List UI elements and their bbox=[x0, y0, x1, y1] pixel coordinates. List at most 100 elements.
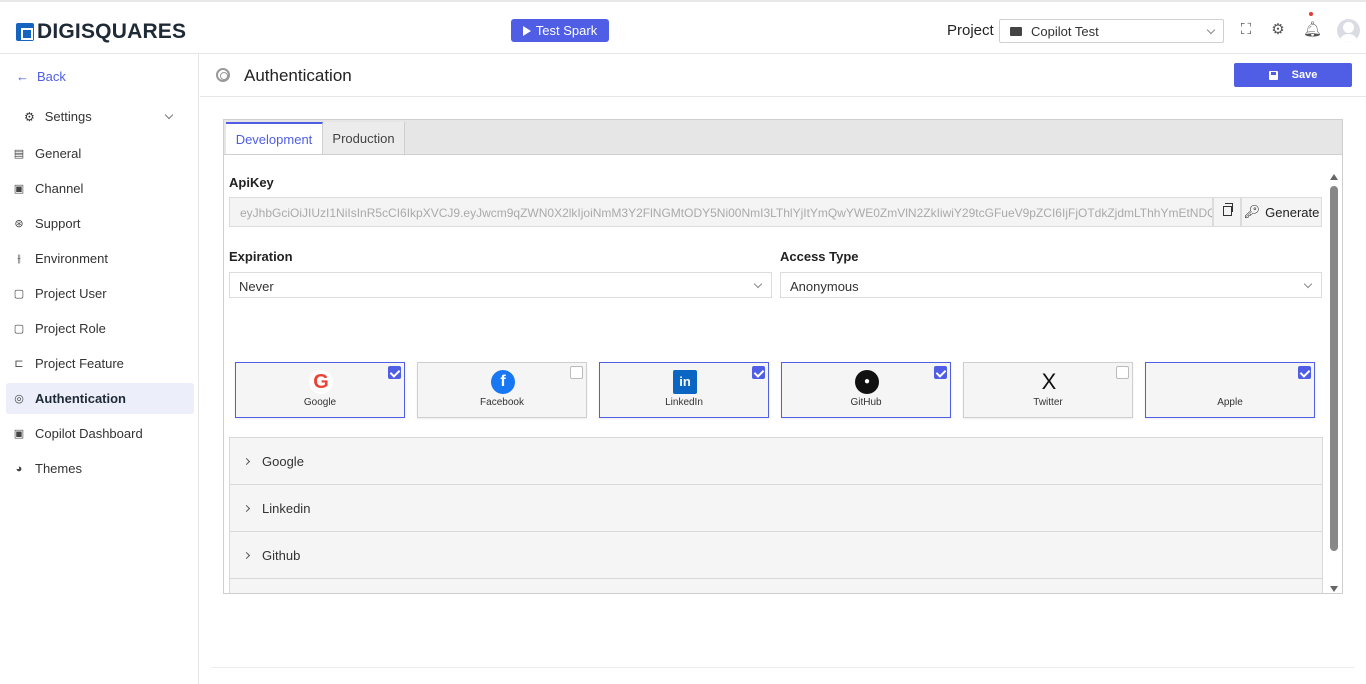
test-spark-label: Test Spark bbox=[535, 23, 598, 38]
auth-panel: Development Production ApiKey eyJhbGciOi… bbox=[223, 119, 1343, 594]
scrollbar[interactable] bbox=[1328, 174, 1340, 592]
sidebar-item-themes[interactable]: ◕ Themes bbox=[6, 453, 194, 484]
provider-checkbox[interactable] bbox=[752, 366, 765, 379]
project-role-icon: ▢ bbox=[13, 322, 25, 335]
sidebar-item-project-user[interactable]: ▢ Project User bbox=[6, 278, 194, 309]
sidebar-item-label: Themes bbox=[35, 461, 82, 476]
apikey-label: ApiKey bbox=[229, 175, 274, 190]
channel-icon: ▣ bbox=[13, 182, 25, 195]
sidebar-item-copilot-dashboard[interactable]: ▣ Copilot Dashboard bbox=[6, 418, 194, 449]
gear-icon: ⚙ bbox=[24, 109, 35, 124]
floppy-icon bbox=[1268, 70, 1278, 80]
provider-card-linkedin[interactable]: in LinkedIn bbox=[599, 362, 769, 418]
accordion-label: Linkedin bbox=[262, 500, 311, 516]
provider-card-facebook[interactable]: f Facebook bbox=[417, 362, 587, 418]
fullscreen-icon[interactable]: ⛶ bbox=[1238, 22, 1254, 38]
provider-checkbox[interactable] bbox=[1116, 366, 1129, 379]
access-type-label: Access Type bbox=[780, 249, 859, 264]
logo-icon bbox=[16, 23, 34, 41]
sidebar-item-label: Project Role bbox=[35, 321, 106, 336]
access-type-value: Anonymous bbox=[790, 279, 859, 294]
chevron-down-icon bbox=[164, 110, 174, 120]
dashboard-icon: ▣ bbox=[13, 427, 25, 440]
key-icon: 🔑︎ bbox=[1243, 204, 1261, 219]
sidebar-item-label: Channel bbox=[35, 181, 84, 196]
notification-dot bbox=[1309, 12, 1313, 16]
expiration-select[interactable]: Never bbox=[229, 272, 772, 298]
fingerprint-icon bbox=[216, 68, 230, 82]
chat-icon bbox=[1010, 26, 1022, 36]
sidebar-item-label: Project User bbox=[35, 286, 107, 301]
play-icon bbox=[522, 25, 531, 36]
tab-production[interactable]: Production bbox=[323, 122, 405, 154]
provider-card-google[interactable]: G Google bbox=[235, 362, 405, 418]
settings-group[interactable]: ⚙ Settings bbox=[24, 109, 184, 124]
provider-card-apple[interactable]: Apple bbox=[1145, 362, 1315, 418]
avatar[interactable] bbox=[1337, 19, 1360, 42]
scroll-up-icon[interactable] bbox=[1330, 174, 1338, 180]
provider-name: Apple bbox=[1217, 397, 1243, 408]
sidebar-item-channel[interactable]: ▣ Channel bbox=[6, 173, 194, 204]
bell-icon[interactable]: 🔔︎ bbox=[1303, 22, 1322, 38]
back-link[interactable]: ← Back bbox=[16, 69, 66, 84]
save-button[interactable]: Save bbox=[1234, 63, 1352, 87]
sidebar-item-general[interactable]: ▤ General bbox=[6, 138, 194, 169]
scroll-down-icon[interactable] bbox=[1330, 586, 1338, 592]
accordion-label: Github bbox=[262, 547, 301, 563]
x-icon: X bbox=[1041, 369, 1057, 394]
accordion-item-apple[interactable]: Apple bbox=[229, 578, 1323, 593]
gear-icon[interactable]: ⚙ bbox=[1270, 22, 1286, 38]
provider-checkbox[interactable] bbox=[934, 366, 947, 379]
accordion-item-google[interactable]: Google bbox=[229, 437, 1323, 484]
environment-icon: ⫲ bbox=[17, 252, 21, 265]
logo[interactable]: DIGISQUARES bbox=[16, 20, 186, 44]
expiration-value: Never bbox=[239, 279, 274, 294]
generate-button[interactable]: 🔑︎ Generate bbox=[1241, 197, 1322, 227]
sidebar-item-label: General bbox=[35, 146, 82, 161]
copy-icon[interactable] bbox=[1213, 197, 1241, 227]
sidebar-item-label: Authentication bbox=[35, 391, 126, 406]
provider-accordion: Google Linkedin Github Apple bbox=[229, 437, 1323, 593]
scroll-thumb[interactable] bbox=[1330, 186, 1338, 551]
sidebar-item-project-feature[interactable]: ⊏ Project Feature bbox=[6, 348, 194, 379]
linkedin-icon: in bbox=[673, 370, 697, 394]
sidebar-item-label: Environment bbox=[35, 251, 108, 266]
sidebar-nav: ▤ General ▣ Channel ⊛ Support ⫲ Environment ▢ Pro… bbox=[6, 138, 194, 488]
accordion-label: Google bbox=[262, 453, 304, 469]
provider-name: Twitter bbox=[1033, 397, 1063, 408]
general-icon: ▤ bbox=[13, 147, 25, 160]
provider-list: G Google f Facebook in LinkedIn ● GitHub X Twitte… bbox=[235, 362, 1317, 418]
project-select[interactable]: Copilot Test bbox=[999, 19, 1224, 43]
accordion-item-linkedin[interactable]: Linkedin bbox=[229, 484, 1323, 531]
sidebar-item-environment[interactable]: ⫲ Environment bbox=[6, 243, 194, 274]
tab-development[interactable]: Development bbox=[226, 122, 323, 154]
provider-card-twitter[interactable]: X Twitter bbox=[963, 362, 1133, 418]
github-icon: ● bbox=[855, 370, 879, 394]
provider-name: Google bbox=[303, 397, 337, 408]
provider-checkbox[interactable] bbox=[388, 366, 401, 379]
sidebar-item-project-role[interactable]: ▢ Project Role bbox=[6, 313, 194, 344]
provider-checkbox[interactable] bbox=[570, 366, 583, 379]
chevron-right-icon bbox=[242, 457, 251, 465]
generate-label: Generate bbox=[1265, 204, 1320, 220]
access-type-select[interactable]: Anonymous bbox=[780, 272, 1322, 298]
top-bar: DIGISQUARES Test Spark Project Copilot T… bbox=[0, 0, 1366, 54]
project-select-value: Copilot Test bbox=[1031, 23, 1099, 39]
apikey-field[interactable]: eyJhbGciOiJIUzI1NiIsInR5cCI6IkpXVCJ9.eyJ… bbox=[229, 197, 1213, 227]
provider-card-github[interactable]: ● GitHub bbox=[781, 362, 951, 418]
sidebar-item-authentication[interactable]: ◎ Authentication bbox=[6, 383, 194, 414]
palette-icon: ◕ bbox=[15, 462, 23, 475]
provider-name: GitHub bbox=[850, 397, 882, 408]
arrow-left-icon: ← bbox=[16, 69, 29, 84]
test-spark-button[interactable]: Test Spark bbox=[511, 19, 609, 42]
page-title: Authentication bbox=[244, 66, 352, 85]
sidebar-item-label: Copilot Dashboard bbox=[35, 426, 143, 441]
accordion-item-github[interactable]: Github bbox=[229, 531, 1323, 578]
fingerprint-icon: ◎ bbox=[14, 392, 24, 405]
logo-text: DIGISQUARES bbox=[37, 20, 187, 43]
provider-checkbox[interactable] bbox=[1298, 366, 1311, 379]
settings-label: Settings bbox=[44, 109, 92, 124]
provider-name: LinkedIn bbox=[665, 397, 703, 408]
provider-name: Facebook bbox=[480, 397, 524, 408]
sidebar-item-support[interactable]: ⊛ Support bbox=[6, 208, 194, 239]
